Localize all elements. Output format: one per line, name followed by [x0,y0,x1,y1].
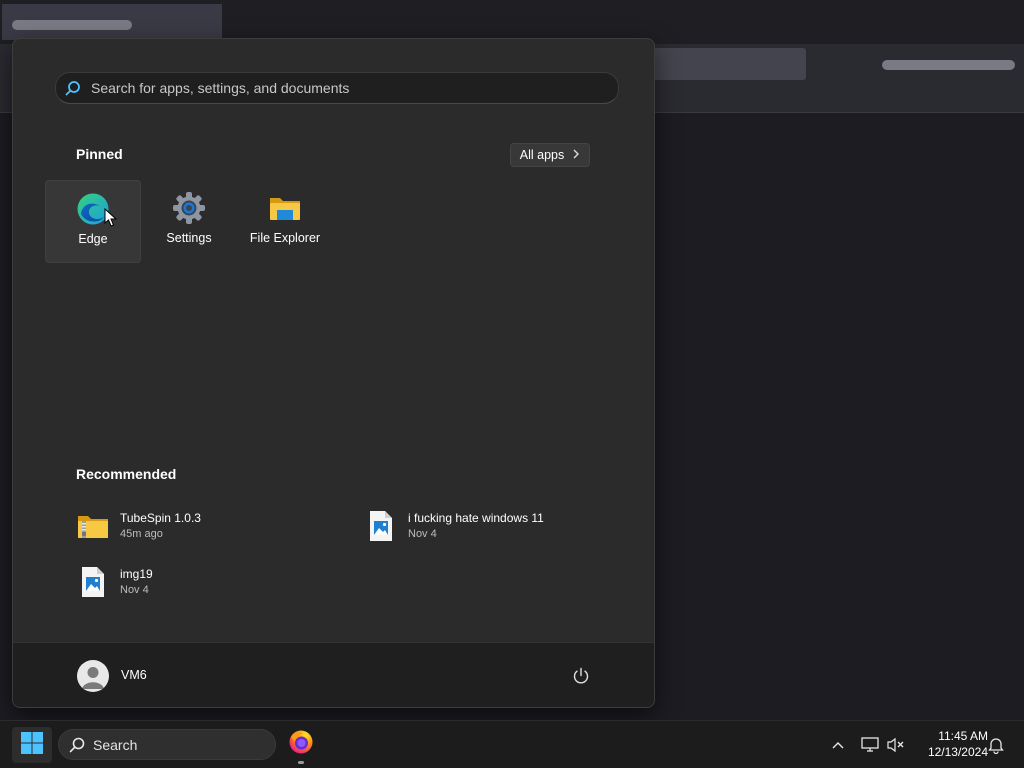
image-file-icon [76,565,110,599]
network-icon[interactable] [858,733,882,757]
background-window-tab[interactable] [2,4,222,40]
clock-date: 12/13/2024 [927,745,988,759]
search-icon [64,79,82,97]
taskbar-clock[interactable]: 11:45 AM 12/13/2024 [912,728,988,760]
pinned-app-label: File Explorer [249,231,321,245]
recommended-item-time: 45m ago [120,528,163,540]
pinned-app-label: Settings [166,231,212,245]
taskbar: Search 11:45 AM 12/13/2024 [0,720,1024,768]
volume-muted-icon[interactable] [884,733,908,757]
taskbar-app-firefox[interactable] [285,727,317,761]
user-name[interactable]: VM6 [121,668,147,682]
taskbar-search-label: Search [93,736,138,753]
background-window-field[interactable] [640,48,806,80]
folder-icon [268,191,302,225]
recommended-item[interactable]: i fucking hate windows 11 Nov 4 [364,509,544,543]
start-search-box[interactable] [55,72,619,104]
zip-folder-icon [76,509,110,543]
start-search-input[interactable] [91,80,591,96]
recommended-item-time: Nov 4 [120,584,149,596]
start-menu: Pinned All apps Edge [12,38,655,708]
recommended-heading: Recommended [76,466,177,482]
recommended-item[interactable]: TubeSpin 1.0.3 45m ago [76,509,201,543]
tab-title-placeholder [12,20,132,30]
background-window-pill [882,60,1015,70]
pinned-app-edge[interactable]: Edge [45,180,141,263]
recommended-item-name: img19 [120,567,153,581]
chevron-up-icon[interactable] [828,735,848,755]
recommended-item-name: i fucking hate windows 11 [408,511,544,525]
start-menu-footer: VM6 [13,642,654,707]
settings-gear-icon [172,191,206,225]
pinned-app-label: Edge [78,232,108,246]
pinned-app-settings[interactable]: Settings [141,180,237,263]
windows-logo-icon [20,731,44,760]
recommended-item-time: Nov 4 [408,528,437,540]
taskbar-search[interactable]: Search [58,729,276,760]
recommended-item[interactable]: img19 Nov 4 [76,565,153,599]
recommended-item-name: TubeSpin 1.0.3 [120,511,201,525]
chevron-right-icon [572,148,580,162]
clock-time: 11:45 AM [938,729,988,743]
start-button[interactable] [12,727,52,763]
notification-bell-icon[interactable] [985,733,1007,757]
all-apps-label: All apps [519,148,565,162]
image-file-icon [364,509,398,543]
running-indicator [298,761,304,764]
user-avatar[interactable] [77,660,109,692]
all-apps-button[interactable]: All apps [510,143,590,167]
pinned-app-file-explorer[interactable]: File Explorer [237,180,333,263]
pinned-heading: Pinned [76,146,123,162]
mouse-cursor-icon [104,208,118,227]
search-icon [69,737,85,753]
power-icon[interactable] [569,664,593,688]
firefox-icon [288,729,314,760]
